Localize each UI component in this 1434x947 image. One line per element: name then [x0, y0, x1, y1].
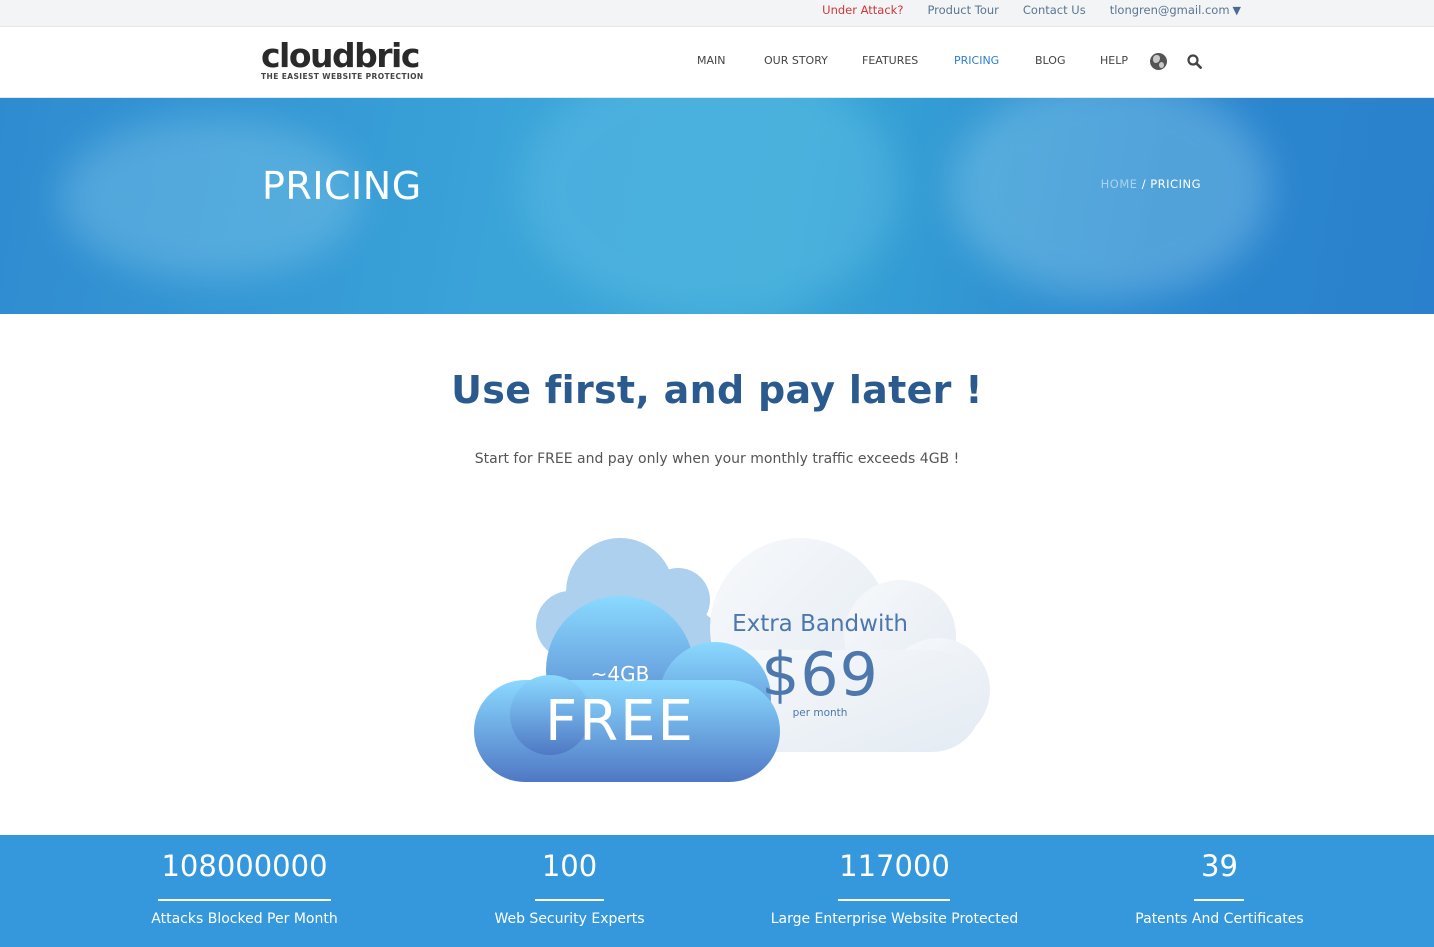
stat-divider [535, 899, 604, 901]
page-hero-banner: PRICING HOME / PRICING [0, 98, 1434, 314]
nav-item-help[interactable]: HELP [1100, 54, 1128, 67]
hero-background-shape [520, 98, 900, 314]
stat-label: Large Enterprise Website Protected [770, 911, 1019, 927]
stat-label: Web Security Experts [494, 911, 645, 927]
stat-value: 100 [541, 849, 598, 883]
stat-value: 117000 [839, 849, 950, 883]
logo-tagline: THE EASIEST WEBSITE PROTECTION [261, 72, 424, 81]
contact-us-link[interactable]: Contact Us [1023, 3, 1086, 17]
stat-divider [838, 899, 950, 901]
breadcrumb: HOME / PRICING [1101, 177, 1201, 191]
nav-item-our-story[interactable]: OUR STORY [764, 54, 828, 67]
cloudbric-logo[interactable]: cloudbric THE EASIEST WEBSITE PROTECTION [261, 36, 424, 81]
nav-item-features[interactable]: FEATURES [862, 54, 918, 67]
free-plan-label: FREE [545, 689, 695, 754]
pricing-headline: Use first, and pay later ! [451, 368, 983, 412]
stats-band: 108000000 Attacks Blocked Per Month 100 … [0, 835, 1434, 947]
free-plan-size: ~4GB [590, 662, 650, 686]
site-header: cloudbric THE EASIEST WEBSITE PROTECTION… [0, 28, 1434, 98]
stat-value: 108000000 [161, 849, 328, 883]
hero-background-shape [950, 98, 1270, 298]
breadcrumb-home-link[interactable]: HOME [1101, 177, 1138, 191]
stat-label: Patents And Certificates [1135, 911, 1304, 927]
stat-divider [1194, 899, 1244, 901]
breadcrumb-separator: / [1137, 177, 1151, 191]
stat-label: Attacks Blocked Per Month [151, 911, 338, 927]
nav-item-blog[interactable]: BLOG [1035, 54, 1065, 67]
extra-bandwidth-title: Extra Bandwith [732, 611, 908, 637]
page-title: PRICING [262, 164, 422, 208]
pricing-subline: Start for FREE and pay only when your mo… [474, 451, 960, 467]
account-menu[interactable]: tlongren@gmail.com ▼ [1110, 3, 1241, 17]
nav-item-pricing[interactable]: PRICING [954, 54, 999, 67]
product-tour-link[interactable]: Product Tour [927, 3, 998, 17]
breadcrumb-current: PRICING [1150, 177, 1201, 191]
account-email: tlongren@gmail.com [1109, 3, 1230, 17]
logo-wordmark: cloudbric [261, 36, 420, 75]
nav-item-main[interactable]: MAIN [697, 54, 726, 67]
stat-value: 39 [1201, 849, 1238, 883]
search-icon[interactable] [1187, 54, 1202, 69]
utility-bar: Under Attack? Product Tour Contact Us tl… [0, 0, 1434, 27]
stat-divider [158, 899, 331, 901]
globe-icon[interactable] [1150, 53, 1167, 70]
caret-down-icon: ▼ [1232, 4, 1241, 17]
utility-links: Under Attack? Product Tour Contact Us tl… [798, 3, 1241, 17]
under-attack-link[interactable]: Under Attack? [822, 3, 903, 17]
